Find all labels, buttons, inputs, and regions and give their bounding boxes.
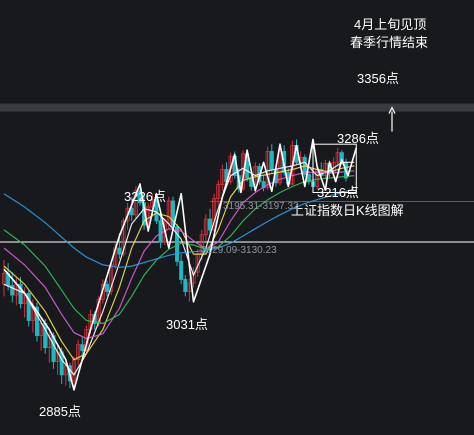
note-line-2: 春季行情结束 (350, 35, 429, 50)
candle-body (117, 247, 122, 255)
candle-body (179, 260, 184, 280)
note-line-1: 4月上旬见顶 (354, 17, 427, 32)
candle-body (183, 279, 188, 292)
label-3031: 3031点 (166, 317, 208, 332)
candle-body (158, 220, 163, 243)
resistance-band (0, 103, 474, 112)
gap-label-lower: 3129.09-3130.23 (201, 245, 277, 256)
chart-title: 上证指数日K线图解 (291, 203, 404, 218)
label-3286: 3286点 (337, 131, 379, 146)
label-3356: 3356点 (357, 71, 399, 86)
label-3226: 3226点 (124, 189, 166, 204)
moving-average-ma20 (3, 170, 355, 340)
moving-average-ma30 (3, 175, 355, 325)
candle-body (269, 151, 274, 170)
label-3216: 3216点 (317, 185, 359, 200)
chart-stage: 4月上旬见顶 春季行情结束 3356点 3286点 3216点 3226点 30… (0, 0, 474, 435)
label-2885: 2885点 (39, 404, 81, 419)
candle-body (105, 283, 110, 292)
candle-body (207, 218, 212, 231)
gap-label-upper: 3195.31-3197.32 (223, 201, 299, 212)
candle-body (80, 344, 85, 352)
